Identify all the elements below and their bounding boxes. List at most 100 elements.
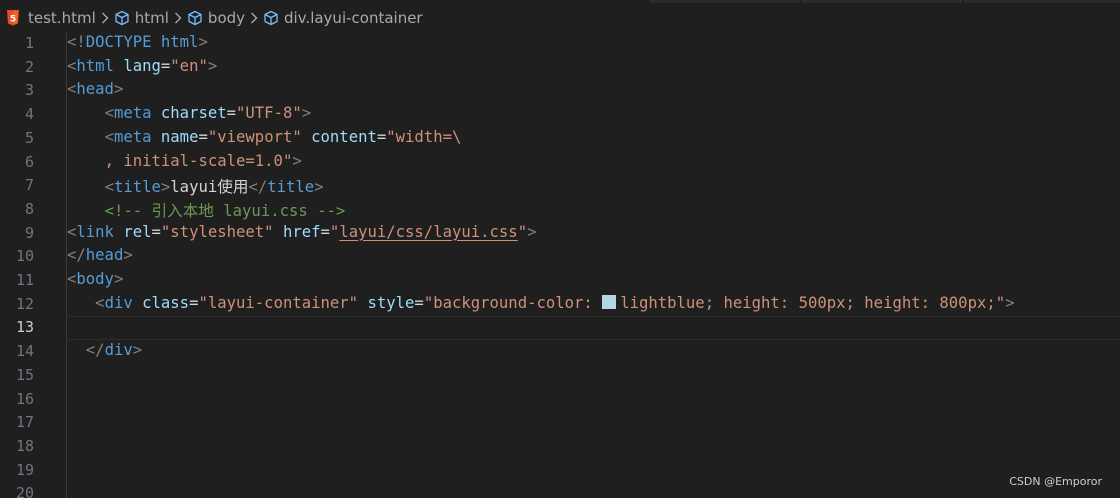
attr-name: name	[160, 127, 199, 146]
line-number: 11	[15, 271, 34, 289]
attr-name: charset	[160, 104, 227, 123]
tag-name: meta	[113, 127, 152, 146]
href-link[interactable]: layui/css/layui.css	[339, 223, 517, 241]
svg-text:5: 5	[10, 15, 16, 25]
quote: "	[329, 222, 340, 241]
cube-icon	[263, 10, 279, 26]
attr-value: lightblue; height: 500px; height: 800px;…	[620, 293, 1006, 312]
line-number: 10	[15, 247, 34, 266]
line-number: 12	[15, 294, 34, 313]
code-line-current[interactable]: 13	[0, 316, 1120, 340]
code-line[interactable]: 6 , initial-scale=1.0">	[0, 151, 1120, 175]
tag-name: html	[160, 33, 199, 51]
comment: <!-- 引入本地 layui.css -->	[104, 201, 346, 220]
code-line[interactable]: 14 </div>	[0, 340, 1120, 364]
tag-name: link	[76, 222, 114, 241]
code-line[interactable]: 4 <meta charset="UTF-8">	[0, 103, 1120, 127]
attr-value: "en"	[170, 56, 208, 75]
line-number: 8	[24, 199, 34, 218]
tag-name: title	[113, 178, 161, 197]
color-swatch[interactable]	[602, 294, 617, 309]
code-line[interactable]: 12 <div class="layui-container" style="b…	[0, 293, 1120, 317]
attr-value: "viewport"	[207, 127, 302, 146]
code-line[interactable]: 18	[0, 435, 1120, 459]
line-number: 20	[15, 484, 34, 498]
line-number: 19	[15, 460, 34, 479]
tag-name: head	[85, 246, 124, 265]
line-number: 3	[24, 81, 34, 100]
line-number: 6	[24, 152, 34, 171]
line-number: 16	[15, 389, 34, 408]
code-line[interactable]: 1 <!DOCTYPE html>	[0, 32, 1120, 56]
tag-name: meta	[113, 104, 152, 123]
code-line[interactable]: 10 </head>	[0, 245, 1120, 269]
line-number: 18	[15, 436, 34, 455]
tag-name: title	[267, 178, 315, 197]
attr-value: "stylesheet"	[160, 222, 274, 241]
code-editor[interactable]: 5 test.html html body div.layui-containe…	[0, 0, 1120, 498]
code-text: </head>	[67, 246, 133, 265]
code-text: </div>	[85, 341, 143, 360]
line-number: 15	[15, 365, 34, 384]
code-text: <html lang="en">	[67, 56, 218, 75]
code-line[interactable]: 17	[0, 411, 1120, 435]
tag-name: body	[76, 270, 114, 288]
breadcrumb: 5 test.html html body div.layui-containe…	[0, 4, 1120, 32]
code-text: , initial-scale=1.0">	[104, 151, 302, 170]
code-text: <body>	[67, 270, 124, 288]
code-text: <title>layui使用</title>	[104, 178, 324, 197]
code-line[interactable]: 7 <title>layui使用</title>	[0, 174, 1120, 198]
line-number: 5	[24, 128, 34, 147]
cube-icon	[114, 10, 130, 26]
tag-name: div	[104, 293, 133, 312]
code-line[interactable]: 8 <!-- 引入本地 layui.css -->	[0, 198, 1120, 222]
line-number: 1	[24, 34, 34, 52]
breadcrumb-item-div[interactable]: div.layui-container	[263, 9, 423, 27]
code-line[interactable]: 20	[0, 482, 1120, 498]
code-line[interactable]: 9 <link rel="stylesheet" href="layui/css…	[0, 222, 1120, 246]
html5-icon: 5	[5, 10, 21, 27]
code-line[interactable]: 3 <head>	[0, 79, 1120, 103]
line-number: 7	[24, 176, 34, 195]
chevron-right-icon	[101, 12, 109, 24]
breadcrumb-item-html[interactable]: html	[114, 9, 169, 27]
code-line[interactable]: 5 <meta name="viewport" content="width=\	[0, 127, 1120, 151]
attr-name: rel	[123, 222, 152, 241]
breadcrumb-file-label: test.html	[28, 9, 96, 27]
breadcrumb-item-label: html	[134, 9, 169, 27]
tag-name: div	[104, 341, 133, 360]
breadcrumb-file[interactable]: 5 test.html	[0, 9, 96, 27]
breadcrumb-item-body[interactable]: body	[187, 9, 245, 27]
text-content: layui使用	[170, 178, 249, 197]
code-text: <!-- 引入本地 layui.css -->	[67, 199, 346, 221]
line-number: 14	[15, 342, 34, 361]
quote: "	[517, 222, 528, 241]
code-line[interactable]: 11 <body>	[0, 269, 1120, 293]
code-line[interactable]: 15	[0, 364, 1120, 388]
chevron-right-icon	[174, 12, 182, 24]
breadcrumb-item-label: body	[207, 9, 246, 27]
tag-name: html	[76, 56, 114, 75]
attr-value: "background-color:	[423, 293, 603, 312]
code-text: <head>	[67, 80, 124, 99]
code-line[interactable]: 19	[0, 459, 1120, 483]
attr-name: content	[311, 127, 377, 146]
attr-name: style	[367, 293, 415, 312]
line-number: 4	[24, 105, 34, 124]
tag-name: head	[76, 80, 114, 99]
attr-name: class	[142, 293, 190, 312]
cube-icon	[187, 10, 203, 26]
line-number: 9	[24, 223, 34, 242]
code-text: <meta charset="UTF-8">	[104, 104, 312, 123]
attr-value: "width=\	[386, 127, 462, 146]
attr-name: href	[282, 222, 321, 241]
code-area[interactable]: 1 <!DOCTYPE html> 2 <html lang="en"> 3 <…	[0, 32, 1120, 498]
attr-name: lang	[123, 56, 161, 75]
code-line[interactable]: 2 <html lang="en">	[0, 56, 1120, 80]
attr-value: , initial-scale=1.0"	[104, 151, 293, 170]
code-line[interactable]: 16	[0, 388, 1120, 412]
chevron-right-icon	[250, 12, 258, 24]
watermark: CSDN @Emporor	[1009, 475, 1102, 488]
attr-value: "layui-container"	[198, 293, 359, 312]
attr-value: "UTF-8"	[236, 104, 302, 123]
